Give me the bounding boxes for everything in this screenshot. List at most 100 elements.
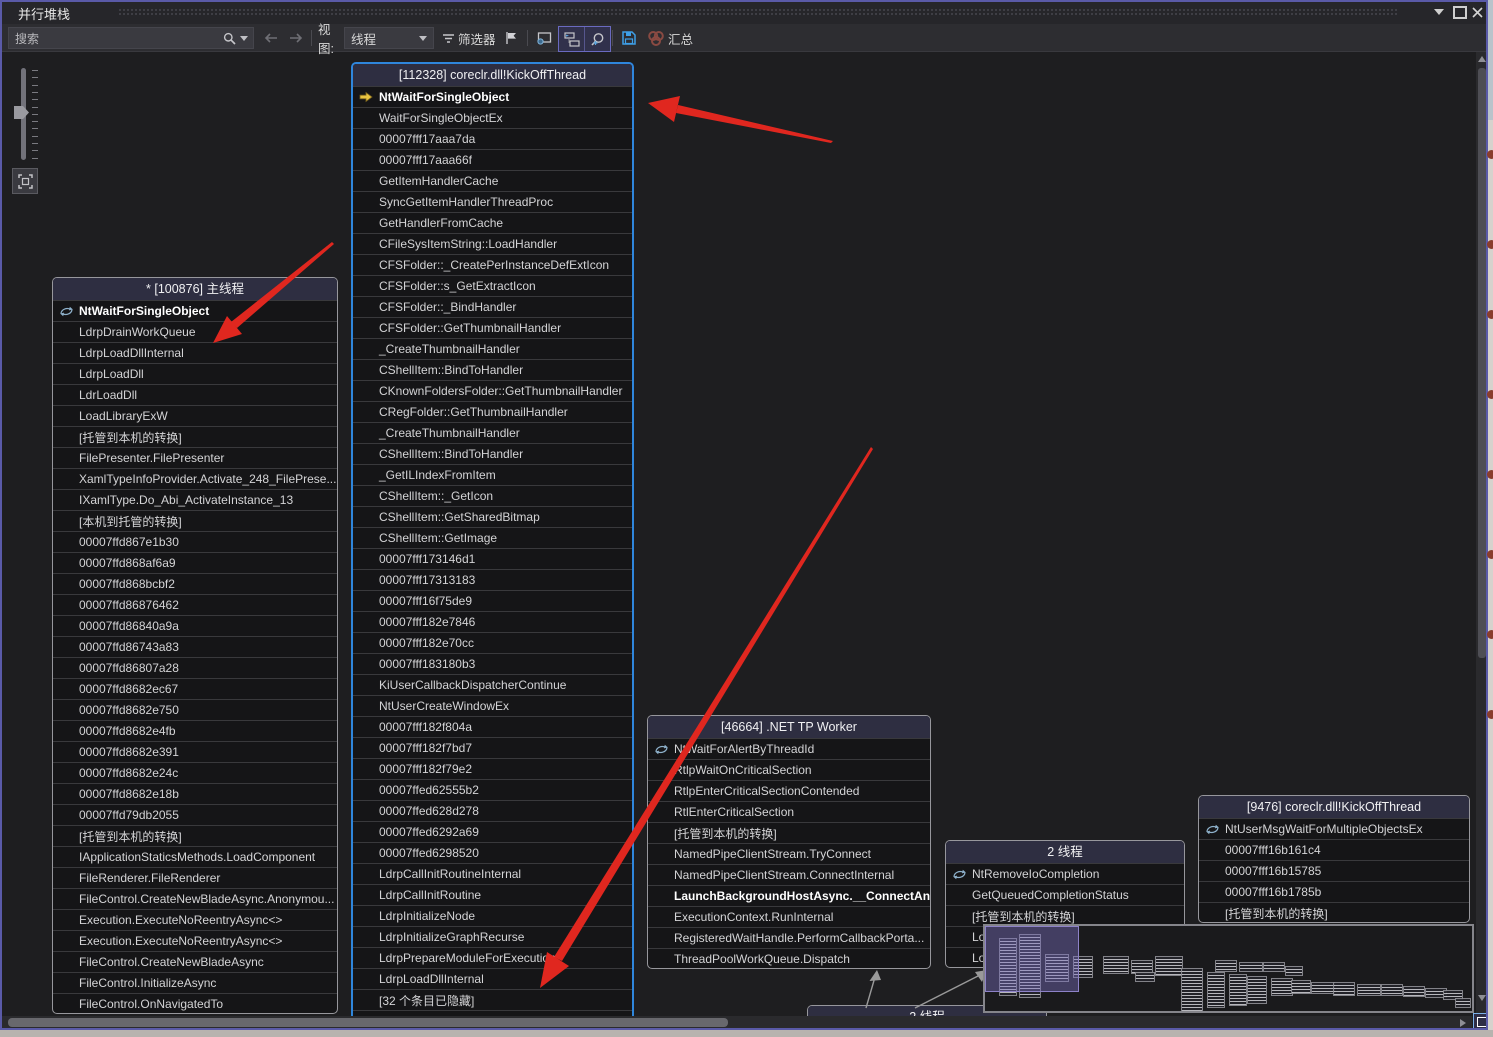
stack-header[interactable]: * [100876] 主线程 xyxy=(53,278,337,300)
stack-frame[interactable]: LdrpLoadDllInternal xyxy=(53,342,337,363)
stack-frame[interactable]: 00007ffed6298520 xyxy=(353,842,632,863)
stack-frame[interactable]: LdrpCallInitRoutine xyxy=(353,884,632,905)
stack-frame[interactable]: FileRenderer.FileRenderer xyxy=(53,867,337,888)
stack-frame[interactable]: 00007fff16b161c4 xyxy=(1199,839,1469,860)
stack-frame[interactable]: [托管到本机的转换] xyxy=(946,905,1184,926)
stack-frame[interactable]: 00007fff17313183 xyxy=(353,569,632,590)
frames-button[interactable] xyxy=(533,27,555,49)
stack-frame[interactable]: CShellItem::BindToHandler xyxy=(353,443,632,464)
stack-frame[interactable]: RegisteredWaitHandle.PerformCallbackPort… xyxy=(648,927,930,948)
stack-frame[interactable]: CFSFolder::_BindHandler xyxy=(353,296,632,317)
stack-frame[interactable]: GetHandlerFromCache xyxy=(353,212,632,233)
stack-box-current-thread[interactable]: [112328] coreclr.dll!KickOffThreadNtWait… xyxy=(351,62,634,1029)
stack-frame[interactable]: 00007fff16f75de9 xyxy=(353,590,632,611)
stack-frame[interactable]: WaitForSingleObjectEx xyxy=(353,107,632,128)
stack-frame[interactable]: GetItemHandlerCache xyxy=(353,170,632,191)
stack-frame[interactable]: LaunchBackgroundHostAsync.__ConnectAnd..… xyxy=(648,885,930,906)
vertical-scrollbar-thumb[interactable] xyxy=(1478,68,1486,658)
stack-frame[interactable]: NtWaitForSingleObject xyxy=(53,300,337,321)
stack-frame[interactable]: 00007ffd8682ec67 xyxy=(53,678,337,699)
stack-frame[interactable]: 00007ffd86840a9a xyxy=(53,615,337,636)
stack-frame[interactable]: CRegFolder::GetThumbnailHandler xyxy=(353,401,632,422)
stack-frame[interactable]: [托管到本机的转换] xyxy=(648,822,930,843)
stack-box-main-thread[interactable]: * [100876] 主线程NtWaitForSingleObjectLdrpD… xyxy=(52,277,338,1014)
stack-box-kickoff-9476[interactable]: [9476] coreclr.dll!KickOffThreadNtUserMs… xyxy=(1198,795,1470,923)
scroll-right-arrow-icon[interactable] xyxy=(1460,1019,1466,1027)
search-icon[interactable] xyxy=(223,32,236,45)
stack-frame[interactable]: SyncGetItemHandlerThreadProc xyxy=(353,191,632,212)
stack-frame[interactable]: 00007fff183180b3 xyxy=(353,653,632,674)
stack-frame[interactable]: CShellItem::BindToHandler xyxy=(353,359,632,380)
close-button[interactable] xyxy=(1466,3,1488,21)
stack-frame[interactable]: LdrLoadDll xyxy=(53,384,337,405)
stack-frame[interactable]: 00007fff182f804a xyxy=(353,716,632,737)
stack-frame[interactable]: FileControl.CreateNewBladeAsync.Anonymou… xyxy=(53,888,337,909)
stack-frame[interactable]: 00007ffd8682e18b xyxy=(53,783,337,804)
stack-frame[interactable]: 00007ffd86743a83 xyxy=(53,636,337,657)
stack-frame[interactable]: LdrpCallInitRoutineInternal xyxy=(353,863,632,884)
stack-frame[interactable]: ThreadPoolWorkQueue.Dispatch xyxy=(648,948,930,969)
stack-frame[interactable]: LdrpInitializeNode xyxy=(353,905,632,926)
stack-frame[interactable]: GetQueuedCompletionStatus xyxy=(946,884,1184,905)
stack-frame[interactable]: FileControl.InitializeAsync xyxy=(53,972,337,993)
stack-frame[interactable]: 00007fff182e7846 xyxy=(353,611,632,632)
stack-frame[interactable]: 00007fff16b15785 xyxy=(1199,860,1469,881)
stack-frame[interactable]: 00007fff17aaa66f xyxy=(353,149,632,170)
stack-frame[interactable]: [托管到本机的转换] xyxy=(1199,902,1469,923)
stack-header[interactable]: [46664] .NET TP Worker xyxy=(648,716,930,738)
stack-frame[interactable]: 00007fff182f7bd7 xyxy=(353,737,632,758)
horizontal-scrollbar-thumb[interactable] xyxy=(8,1018,728,1027)
stack-frame[interactable]: 00007ffd86807a28 xyxy=(53,657,337,678)
stack-frame[interactable]: 00007fff173146d1 xyxy=(353,548,632,569)
stack-header[interactable]: [9476] coreclr.dll!KickOffThread xyxy=(1199,796,1469,818)
zoom-to-current-frame-button[interactable] xyxy=(584,27,610,51)
stack-frame[interactable]: LoadLibraryExW xyxy=(53,405,337,426)
minimap-panel[interactable] xyxy=(983,924,1474,1013)
stack-frame[interactable]: 00007ffd868bcbf2 xyxy=(53,573,337,594)
stack-frame[interactable]: RtlpWaitOnCriticalSection xyxy=(648,759,930,780)
stack-frame[interactable]: NtRemoveIoCompletion xyxy=(946,863,1184,884)
view-dropdown[interactable]: 线程 xyxy=(344,27,434,49)
stack-frame[interactable]: CFSFolder::GetThumbnailHandler xyxy=(353,317,632,338)
stack-frame[interactable]: ExecutionContext.RunInternal xyxy=(648,906,930,927)
stack-frame[interactable]: CFileSysItemString::LoadHandler xyxy=(353,233,632,254)
stack-frame[interactable]: CShellItem::GetSharedBitmap xyxy=(353,506,632,527)
stack-frame[interactable]: RtlEnterCriticalSection xyxy=(648,801,930,822)
stack-box-tp-worker[interactable]: [46664] .NET TP WorkerNtWaitForAlertByTh… xyxy=(647,715,931,969)
flag-button[interactable] xyxy=(502,27,520,49)
stack-frame[interactable]: Execution.ExecuteNoReentryAsync<> xyxy=(53,909,337,930)
stack-frame[interactable]: 00007ffd86876462 xyxy=(53,594,337,615)
filter-button[interactable]: 筛选器 xyxy=(458,27,496,49)
stack-frame[interactable]: NtUserMsgWaitForMultipleObjectsEx xyxy=(1199,818,1469,839)
save-button[interactable] xyxy=(618,27,640,49)
stack-frame[interactable]: 00007ffd867e1b30 xyxy=(53,531,337,552)
stack-header[interactable]: 2 线程 xyxy=(946,841,1184,863)
stack-frame[interactable]: _CreateThumbnailHandler xyxy=(353,422,632,443)
stack-frame[interactable]: _GetILIndexFromItem xyxy=(353,464,632,485)
window-menu-button[interactable] xyxy=(1428,3,1450,21)
stack-frame[interactable]: [本机到托管的转换] xyxy=(53,510,337,531)
zoom-fit-button[interactable] xyxy=(12,168,38,194)
titlebar[interactable]: 并行堆栈 xyxy=(0,0,1488,24)
method-view-button[interactable] xyxy=(559,27,584,51)
stack-frame[interactable]: 00007ffd868af6a9 xyxy=(53,552,337,573)
stack-frame[interactable]: NtWaitForAlertByThreadId xyxy=(648,738,930,759)
stack-frame[interactable]: RtlpEnterCriticalSectionContended xyxy=(648,780,930,801)
stack-frame[interactable]: Execution.ExecuteNoReentryAsync<> xyxy=(53,930,337,951)
forward-button[interactable] xyxy=(285,27,307,49)
stack-frame[interactable]: LdrpLoadDllInternal xyxy=(353,968,632,989)
stack-frame[interactable]: 00007ffed628d278 xyxy=(353,800,632,821)
stack-frame[interactable]: 00007fff17aaa7da xyxy=(353,128,632,149)
stack-frame[interactable]: FileControl.OnNavigatedTo xyxy=(53,993,337,1014)
stack-frame[interactable]: NamedPipeClientStream.ConnectInternal xyxy=(648,864,930,885)
stack-frame[interactable]: IXamlType.Do_Abi_ActivateInstance_13 xyxy=(53,489,337,510)
stack-frame[interactable]: 00007ffed62555b2 xyxy=(353,779,632,800)
zoom-slider-handle[interactable] xyxy=(14,106,29,119)
back-button[interactable] xyxy=(260,27,282,49)
stack-frame[interactable]: KiUserCallbackDispatcherContinue xyxy=(353,674,632,695)
stack-frame[interactable]: LdrpInitializeGraphRecurse xyxy=(353,926,632,947)
stack-frame[interactable]: 00007fff182e70cc xyxy=(353,632,632,653)
stack-frame[interactable]: IApplicationStaticsMethods.LoadComponent xyxy=(53,846,337,867)
stack-frame[interactable]: 00007ffd8682e391 xyxy=(53,741,337,762)
stack-frame[interactable]: [托管到本机的转换] xyxy=(53,426,337,447)
